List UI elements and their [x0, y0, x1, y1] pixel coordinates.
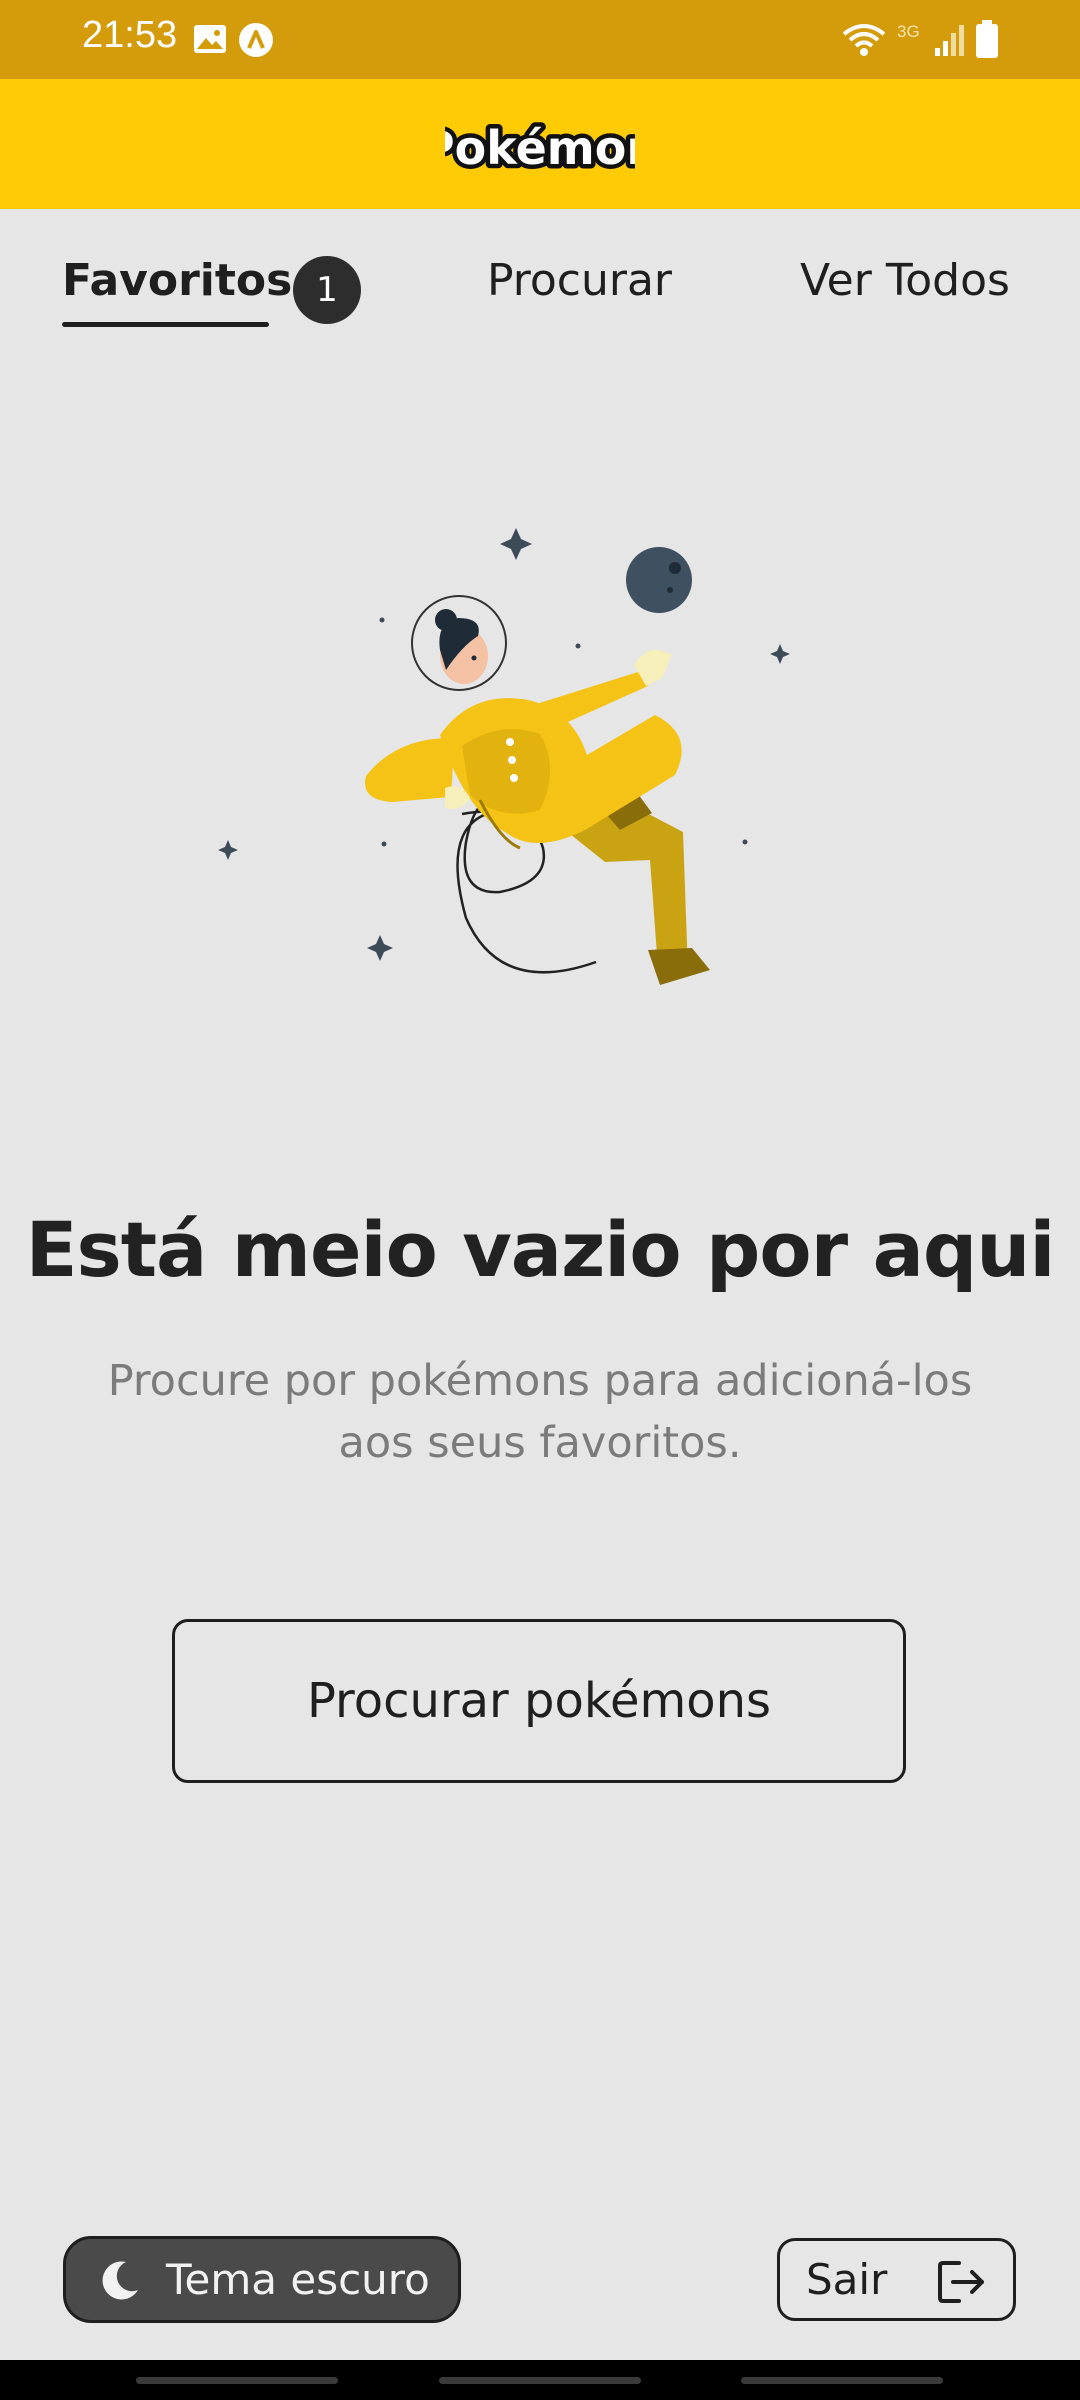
- pokemon-logo: Pokémon: [445, 117, 635, 180]
- empty-state-title: Está meio vazio por aqui: [25, 1205, 1056, 1294]
- logout-label: Sair: [806, 2255, 888, 2304]
- battery-icon: [976, 20, 998, 58]
- tab-favoritos[interactable]: Favoritos: [62, 255, 292, 306]
- logout-button[interactable]: Sair: [777, 2238, 1016, 2321]
- network-type: 3G: [897, 22, 920, 41]
- nav-recents-button[interactable]: [136, 2377, 338, 2384]
- nav-back-button[interactable]: [741, 2377, 943, 2384]
- active-tab-indicator: [62, 322, 269, 327]
- tab-ver-todos[interactable]: Ver Todos: [800, 255, 1010, 306]
- dark-theme-toggle[interactable]: Tema escuro: [63, 2236, 461, 2323]
- status-bar: 21:53 3G: [0, 0, 1080, 79]
- svg-text:Pokémon: Pokémon: [445, 121, 635, 175]
- empty-state-subtitle-line-1: Procure por pokémons para adicioná-los: [107, 1356, 973, 1406]
- signal-icon: [935, 25, 964, 56]
- empty-state-subtitle: Procure por pokémons para adicioná-los a…: [60, 1350, 1020, 1474]
- status-time: 21:53: [82, 14, 178, 56]
- dark-theme-label: Tema escuro: [166, 2255, 430, 2304]
- wifi-icon: [842, 24, 886, 56]
- astronaut-illustration: [218, 528, 790, 985]
- image-icon: [194, 25, 226, 53]
- tab-procurar[interactable]: Procurar: [487, 255, 672, 306]
- empty-state-subtitle-line-2: aos seus favoritos.: [338, 1418, 742, 1468]
- favorites-count-badge: 1: [293, 256, 361, 324]
- app-notification-icon: [239, 23, 273, 57]
- moon-icon: [102, 2260, 138, 2299]
- logout-icon: [938, 2261, 984, 2303]
- nav-home-button[interactable]: [439, 2377, 641, 2384]
- system-navigation-bar: [0, 2360, 1080, 2400]
- search-pokemons-button[interactable]: Procurar pokémons: [172, 1619, 906, 1783]
